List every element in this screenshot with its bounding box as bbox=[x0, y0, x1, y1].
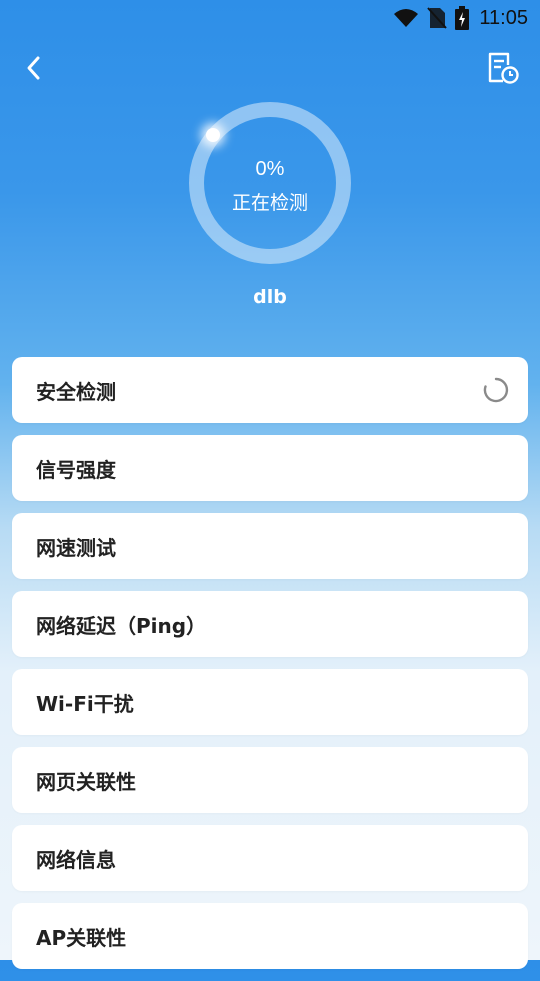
report-clock-icon bbox=[484, 50, 520, 90]
check-item-label: 网页关联性 bbox=[36, 769, 136, 794]
check-item-network-info[interactable]: 网络信息 bbox=[12, 825, 528, 891]
battery-charging-icon bbox=[455, 6, 470, 30]
progress-status-text: 正在检测 bbox=[231, 192, 308, 214]
loading-spinner-icon bbox=[482, 376, 510, 404]
check-item-wifi-interference[interactable]: Wi-Fi干扰 bbox=[12, 669, 528, 735]
status-bar: 11:05 bbox=[0, 0, 540, 36]
status-time: 11:05 bbox=[479, 6, 528, 29]
check-item-web-connectivity[interactable]: 网页关联性 bbox=[12, 747, 528, 813]
check-item-ap-association[interactable]: AP关联性 bbox=[12, 903, 528, 969]
progress-percent: 0% bbox=[255, 158, 285, 180]
progress-ring-track bbox=[189, 102, 351, 264]
network-name: dlb bbox=[253, 286, 287, 308]
check-list: 安全检测 信号强度 网速测试 网络延迟（Ping） Wi-Fi干扰 网页关联性 … bbox=[12, 357, 528, 981]
check-item-label: Wi-Fi干扰 bbox=[36, 691, 134, 716]
check-item-label: 网速测试 bbox=[36, 535, 116, 560]
progress-ring-glow bbox=[206, 128, 220, 142]
no-sim-icon bbox=[427, 7, 448, 29]
check-item-label: 网络延迟（Ping） bbox=[36, 613, 207, 638]
chevron-left-icon bbox=[24, 54, 44, 86]
check-item-security[interactable]: 安全检测 bbox=[12, 357, 528, 423]
history-button[interactable] bbox=[480, 48, 524, 92]
check-item-speed-test[interactable]: 网速测试 bbox=[12, 513, 528, 579]
check-item-label: AP关联性 bbox=[36, 925, 127, 950]
check-item-label: 信号强度 bbox=[36, 457, 116, 482]
check-item-ping[interactable]: 网络延迟（Ping） bbox=[12, 591, 528, 657]
check-item-signal-strength[interactable]: 信号强度 bbox=[12, 435, 528, 501]
progress-ring: 0% 正在检测 bbox=[189, 102, 351, 264]
check-item-label: 安全检测 bbox=[36, 379, 116, 404]
wifi-icon bbox=[393, 8, 419, 28]
back-button[interactable] bbox=[14, 50, 54, 90]
check-item-label: 网络信息 bbox=[36, 847, 116, 872]
